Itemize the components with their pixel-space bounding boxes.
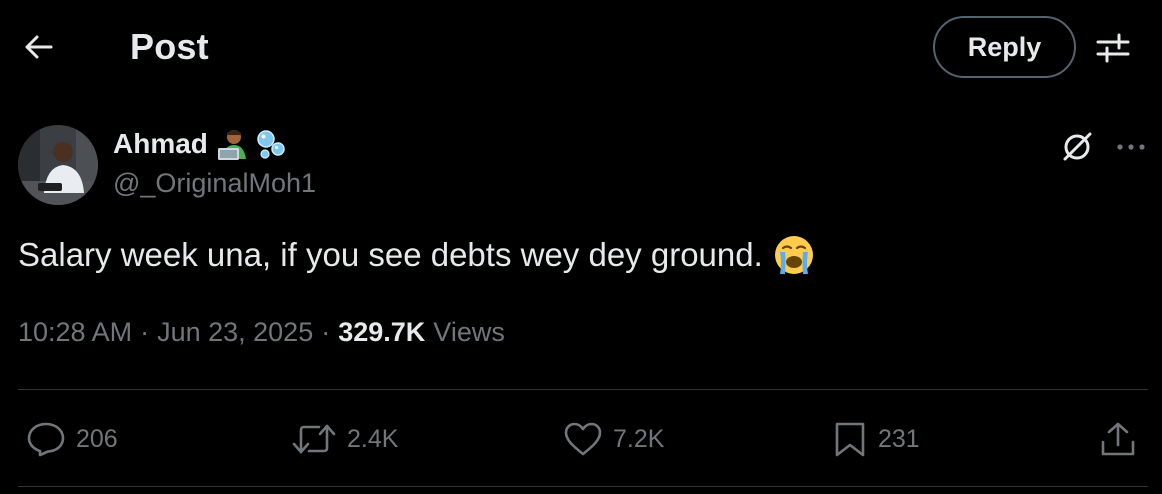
views-label: Views [433, 317, 505, 347]
reply-action[interactable]: 206 [26, 405, 118, 473]
avatar-photo [18, 125, 98, 205]
page-title: Post [130, 26, 209, 67]
back-button[interactable] [18, 27, 58, 67]
comment-icon [27, 422, 65, 457]
like-count: 7.2K [613, 424, 665, 453]
author-row: Ahmad @_OriginalMoh1 [0, 118, 1162, 213]
author-handle[interactable]: @_OriginalMoh1 [113, 168, 316, 199]
top-bar: Post Reply [0, 0, 1162, 94]
reply-count: 206 [76, 424, 118, 453]
bookmark-count: 231 [878, 424, 920, 453]
heart-icon [564, 422, 602, 456]
arrow-left-icon [25, 35, 53, 59]
views-count[interactable]: 329.7K [338, 317, 425, 348]
share-action[interactable] [1099, 405, 1137, 473]
meta-separator: · [140, 317, 150, 347]
ellipsis-icon [1117, 144, 1145, 150]
display-name-row: Ahmad [113, 127, 286, 161]
man-technologist-emoji [217, 130, 246, 160]
filter-button[interactable] [1092, 27, 1134, 69]
avatar[interactable] [18, 125, 98, 205]
tweet-date[interactable]: Jun 23, 2025 [157, 317, 313, 348]
grok-button[interactable] [1058, 128, 1096, 166]
more-options-button[interactable] [1112, 130, 1150, 164]
grok-icon [1063, 132, 1092, 161]
tweet-meta: 10:28 AM · Jun 23, 2025 · 329.7K Views [18, 317, 505, 348]
divider-top [18, 389, 1148, 390]
repost-action[interactable]: 2.4K [291, 405, 398, 473]
repost-count: 2.4K [347, 424, 399, 453]
divider-bottom [18, 486, 1148, 487]
display-name[interactable]: Ahmad [113, 128, 208, 160]
tweet-time[interactable]: 10:28 AM [18, 317, 132, 348]
reply-button[interactable]: Reply [933, 16, 1076, 78]
tweet-text: Salary week una, if you see debts wey de… [18, 236, 763, 273]
loudly-crying-face-emoji [774, 236, 813, 274]
bookmark-icon [835, 422, 865, 457]
bubbles-emoji [257, 130, 285, 159]
like-action[interactable]: 7.2K [563, 405, 664, 473]
tweet-body: Salary week una, if you see debts wey de… [18, 234, 815, 276]
sliders-icon [1096, 33, 1130, 63]
name-emojis [216, 127, 286, 161]
repost-icon [292, 424, 336, 454]
bookmark-action[interactable]: 231 [832, 405, 920, 473]
action-bar: 206 2.4K 7.2K 231 [0, 405, 1162, 473]
meta-separator: · [321, 317, 331, 347]
share-icon [1101, 422, 1135, 456]
